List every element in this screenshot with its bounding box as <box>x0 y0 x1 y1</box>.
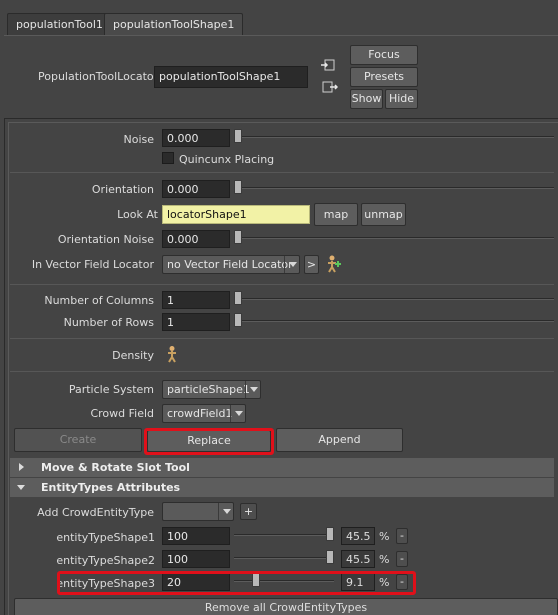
vector-field-arrow-button[interactable]: > <box>304 255 319 274</box>
density-label: Density <box>112 349 154 362</box>
look-at-label: Look At <box>117 208 158 221</box>
columns-slider-handle[interactable] <box>234 291 242 305</box>
entity-type-percent-field: 45.5 <box>341 527 375 545</box>
noise-slider-handle[interactable] <box>234 129 242 143</box>
create-vector-field-icon[interactable] <box>324 254 344 274</box>
tab-population-tool[interactable]: populationTool1 <box>7 13 112 35</box>
rows-slider-track[interactable] <box>234 320 554 322</box>
rows-field[interactable]: 1 <box>162 313 230 331</box>
noise-label: Noise <box>123 133 154 146</box>
output-connection-icon[interactable] <box>322 80 339 94</box>
entity-type-label: entityTypeShape1 <box>56 531 155 544</box>
particle-system-dropdown[interactable]: particleShape1 <box>162 380 261 399</box>
orientation-noise-slider-handle[interactable] <box>234 230 242 244</box>
chevron-down-icon <box>230 405 245 422</box>
columns-field[interactable]: 1 <box>162 291 230 309</box>
collapse-arrow-icon <box>19 463 24 471</box>
add-entity-type-button[interactable]: + <box>240 503 257 520</box>
divider-2 <box>10 284 554 285</box>
entity-type-value-field[interactable]: 100 <box>162 550 230 568</box>
remove-entity-type-button[interactable]: - <box>396 528 408 544</box>
divider-4 <box>10 371 554 372</box>
density-paint-icon[interactable] <box>163 345 181 363</box>
vector-field-value: no Vector Field Locator <box>167 258 293 271</box>
vector-field-label: In Vector Field Locator <box>31 258 154 271</box>
show-button[interactable]: Show <box>350 89 383 109</box>
entity-type-slider-track[interactable] <box>234 534 334 536</box>
locator-field[interactable]: populationToolShape1 <box>154 66 308 88</box>
entity-type-value-field[interactable]: 100 <box>162 527 230 545</box>
noise-slider-track[interactable] <box>234 136 554 138</box>
look-at-field[interactable]: locatorShape1 <box>162 205 310 224</box>
columns-slider-track[interactable] <box>234 298 554 300</box>
expand-arrow-icon <box>17 485 25 490</box>
columns-label: Number of Columns <box>44 294 154 307</box>
orientation-slider-handle[interactable] <box>234 180 242 194</box>
unmap-button[interactable]: unmap <box>361 203 406 226</box>
orientation-slider-track[interactable] <box>234 187 554 189</box>
move-rotate-section-header[interactable]: Move & Rotate Slot Tool <box>10 458 554 477</box>
tab-population-tool-shape[interactable]: populationToolShape1 <box>104 13 244 35</box>
quincunx-label: Quincunx Placing <box>179 153 275 166</box>
orientation-field[interactable]: 0.000 <box>162 180 230 198</box>
map-button[interactable]: map <box>314 203 358 226</box>
crowd-field-value: crowdField1 <box>167 407 233 420</box>
presets-button[interactable]: Presets <box>350 67 418 87</box>
particle-system-label: Particle System <box>68 383 154 396</box>
chevron-down-icon <box>245 381 260 398</box>
hide-button[interactable]: Hide <box>385 89 418 109</box>
orientation-label: Orientation <box>91 183 154 196</box>
crowd-field-dropdown[interactable]: crowdField1 <box>162 404 246 423</box>
particle-system-value: particleShape1 <box>167 383 250 396</box>
noise-field[interactable]: 0.000 <box>162 129 230 147</box>
crowd-field-label: Crowd Field <box>90 407 154 420</box>
append-button[interactable]: Append <box>276 428 403 452</box>
add-entity-type-label: Add CrowdEntityType <box>37 506 154 519</box>
entity-type-percent-field: 45.5 <box>341 550 375 568</box>
entity-type-label: entityTypeShape2 <box>56 554 155 567</box>
add-entity-type-dropdown[interactable] <box>162 502 234 521</box>
focus-button[interactable]: Focus <box>350 45 418 65</box>
create-button[interactable]: Create <box>14 428 142 452</box>
entity-type-slider-handle[interactable] <box>326 527 334 541</box>
remove-entity-type-button[interactable]: - <box>396 551 408 567</box>
replace-highlight <box>144 428 274 455</box>
entity-type-slider-track[interactable] <box>234 557 334 559</box>
divider-1 <box>10 172 554 173</box>
orientation-noise-label: Orientation Noise <box>57 233 154 246</box>
move-rotate-section-title: Move & Rotate Slot Tool <box>41 461 190 474</box>
divider-3 <box>10 338 554 339</box>
percent-sign: % <box>379 553 390 566</box>
remove-all-entity-types-button[interactable]: Remove all CrowdEntityTypes <box>14 598 558 615</box>
entity-type-slider-handle[interactable] <box>326 550 334 564</box>
quincunx-checkbox[interactable] <box>162 152 174 164</box>
orientation-noise-slider-track[interactable] <box>234 237 554 239</box>
chevron-down-icon <box>284 256 299 273</box>
entity-shape3-highlight <box>57 571 416 595</box>
locator-label: PopulationToolLocator: <box>38 70 162 83</box>
rows-label: Number of Rows <box>63 316 154 329</box>
rows-slider-handle[interactable] <box>234 313 242 327</box>
orientation-noise-field[interactable]: 0.000 <box>162 230 230 248</box>
vector-field-dropdown[interactable]: no Vector Field Locator <box>162 255 300 274</box>
percent-sign: % <box>379 530 390 543</box>
entity-types-section-header[interactable]: EntityTypes Attributes <box>10 478 554 497</box>
chevron-down-icon <box>218 503 233 520</box>
entity-types-section-title: EntityTypes Attributes <box>41 481 181 494</box>
input-connection-icon[interactable] <box>320 58 336 72</box>
